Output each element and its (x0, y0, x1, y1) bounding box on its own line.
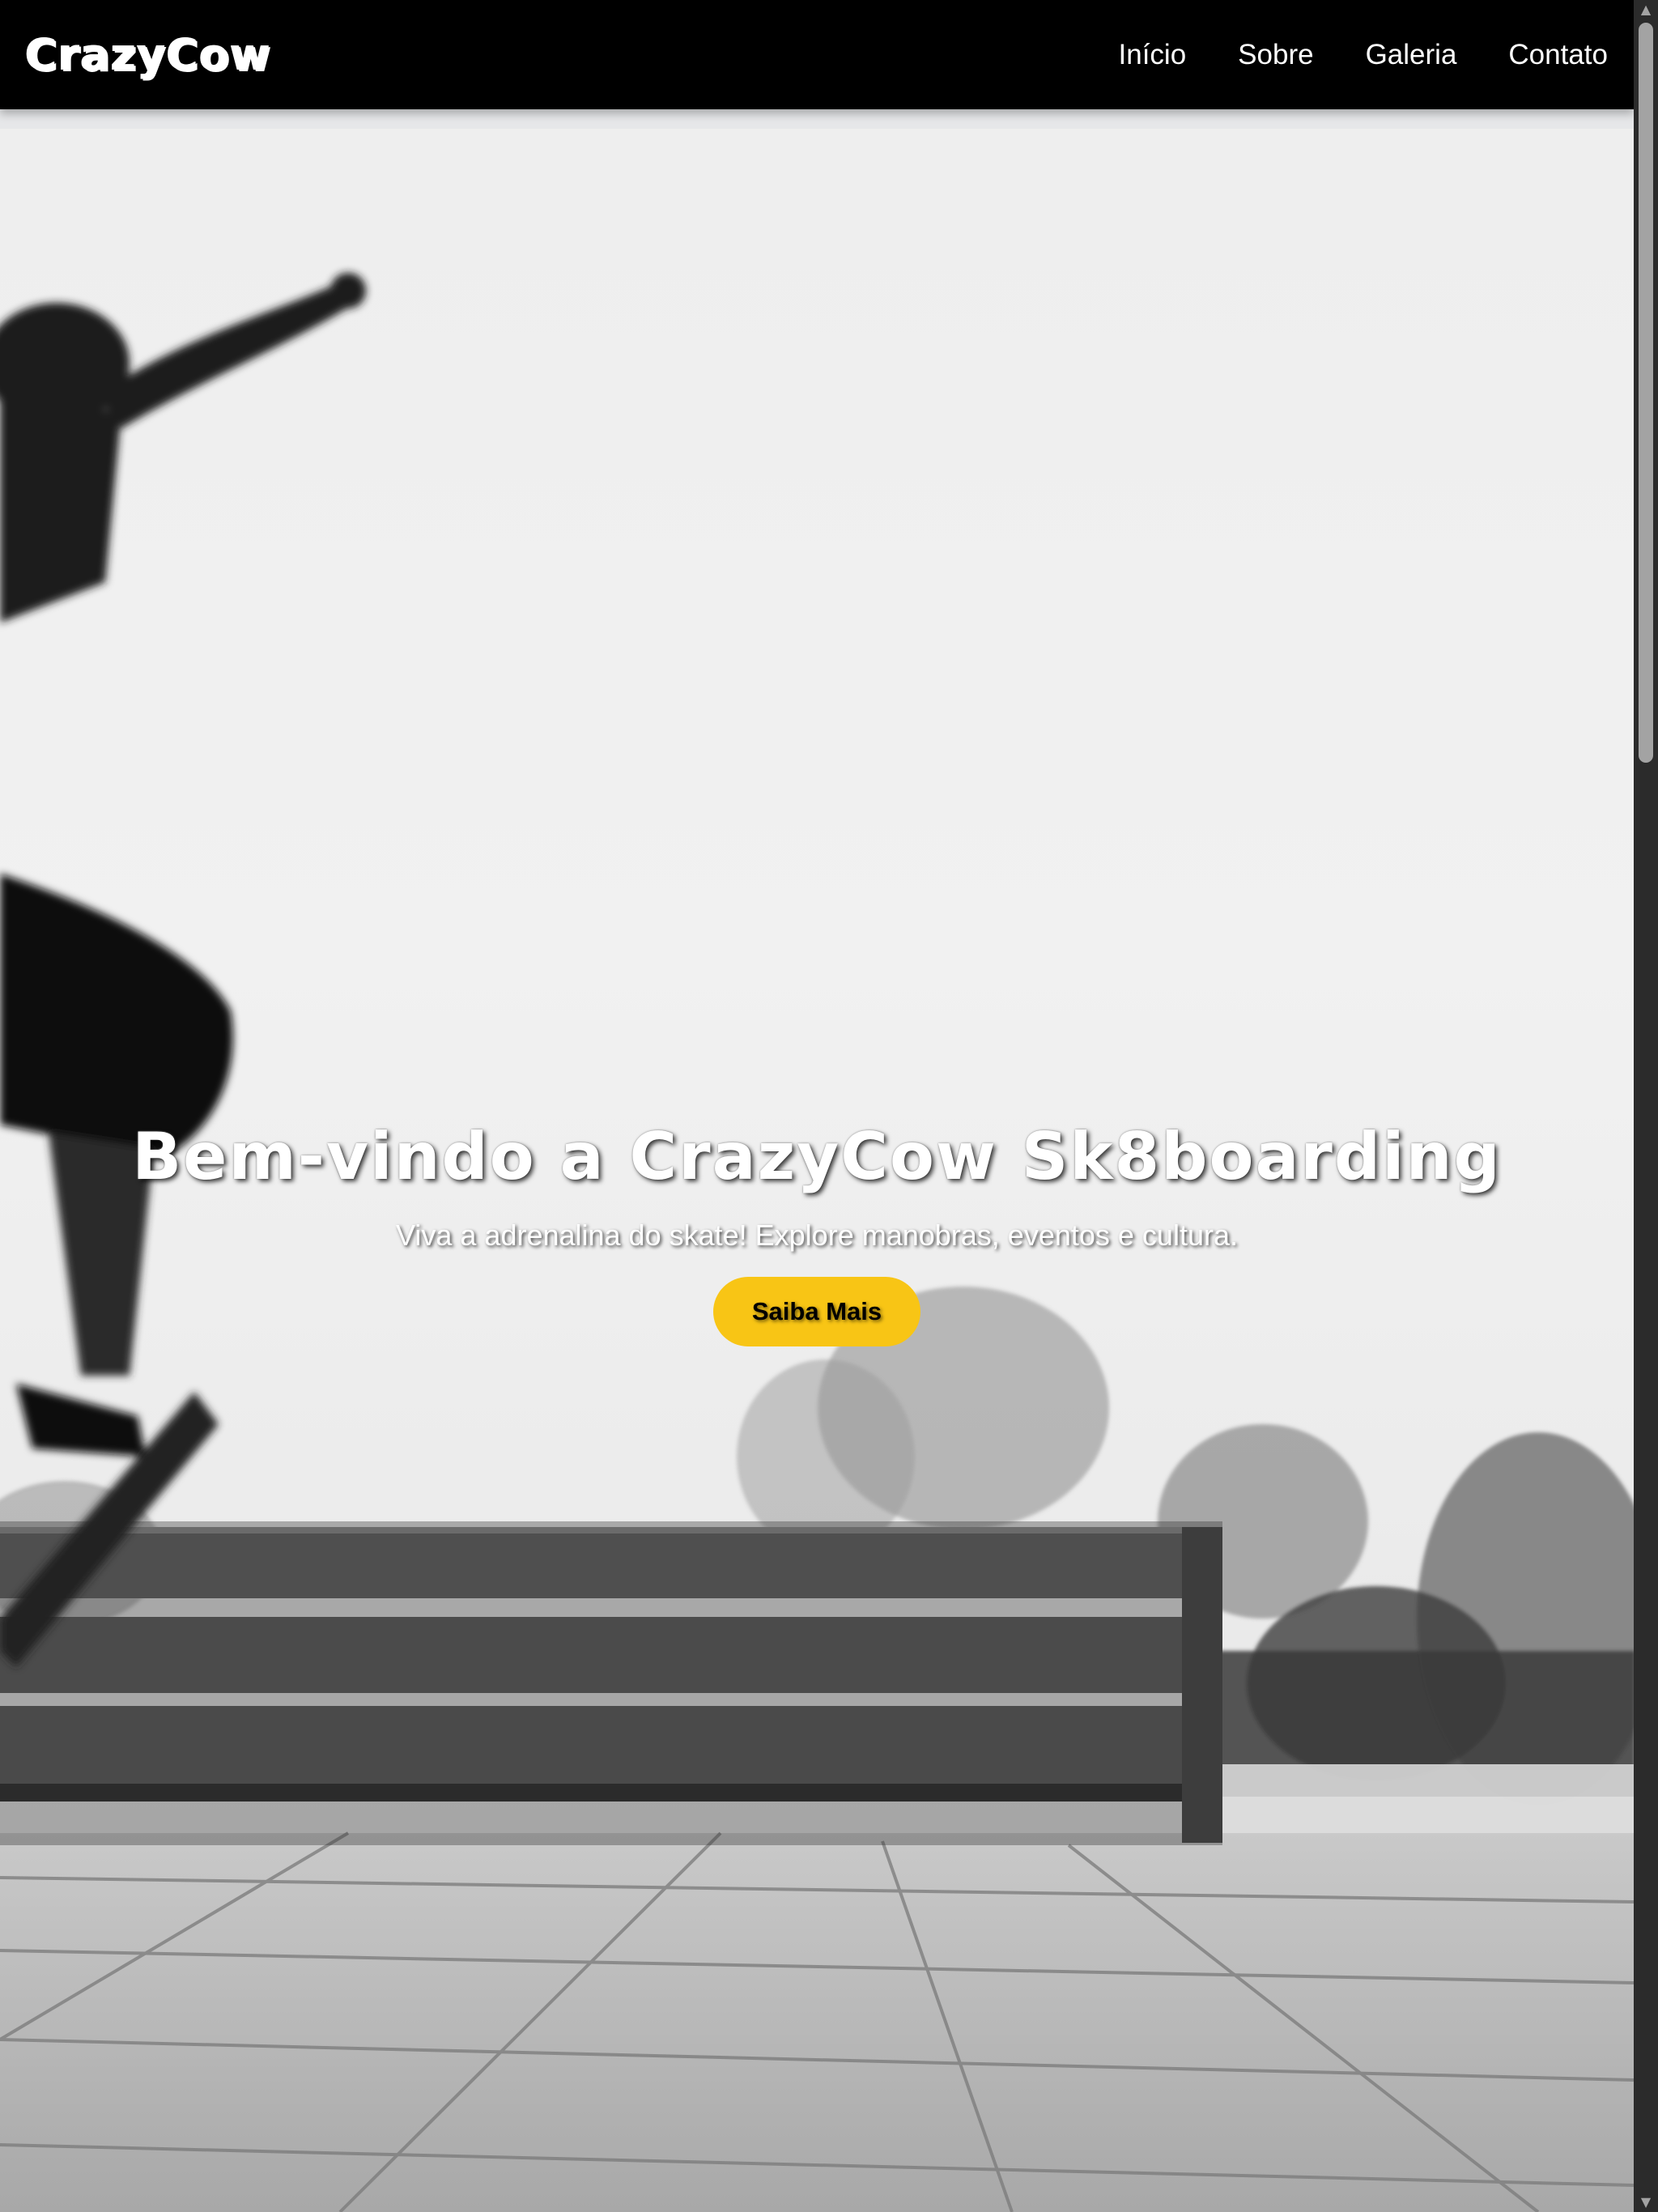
nav-link-inicio[interactable]: Início (1119, 39, 1187, 71)
saiba-mais-button[interactable]: Saiba Mais (712, 1277, 921, 1346)
wooden-bench (0, 1521, 1222, 1845)
nav-link-contato[interactable]: Contato (1508, 39, 1608, 71)
flower-bed (1222, 1764, 1634, 1837)
site-logo[interactable]: CrazyCow (25, 23, 271, 87)
hero-content: Bem-vindo a CrazyCow Sk8boarding Viva a … (0, 1119, 1634, 1346)
skateboarder (0, 273, 366, 1667)
site-header: CrazyCow Início Sobre Galeria Contato (0, 0, 1634, 109)
page-scrollbar[interactable]: ▲ ▼ (1634, 0, 1658, 2212)
scroll-thumb[interactable] (1639, 23, 1653, 763)
nav-link-galeria[interactable]: Galeria (1366, 39, 1457, 71)
hero-section: Bem-vindo a CrazyCow Sk8boarding Viva a … (0, 129, 1634, 2212)
nav-link-sobre[interactable]: Sobre (1238, 39, 1313, 71)
hero-title: Bem-vindo a CrazyCow Sk8boarding (132, 1119, 1502, 1194)
hero-subtitle: Viva a adrenalina do skate! Explore mano… (396, 1219, 1238, 1252)
header-divider (0, 109, 1634, 129)
main-nav: Início Sobre Galeria Contato (1067, 0, 1608, 109)
scroll-up-arrow-icon[interactable]: ▲ (1634, 0, 1658, 19)
scroll-down-arrow-icon[interactable]: ▼ (1634, 2193, 1658, 2212)
